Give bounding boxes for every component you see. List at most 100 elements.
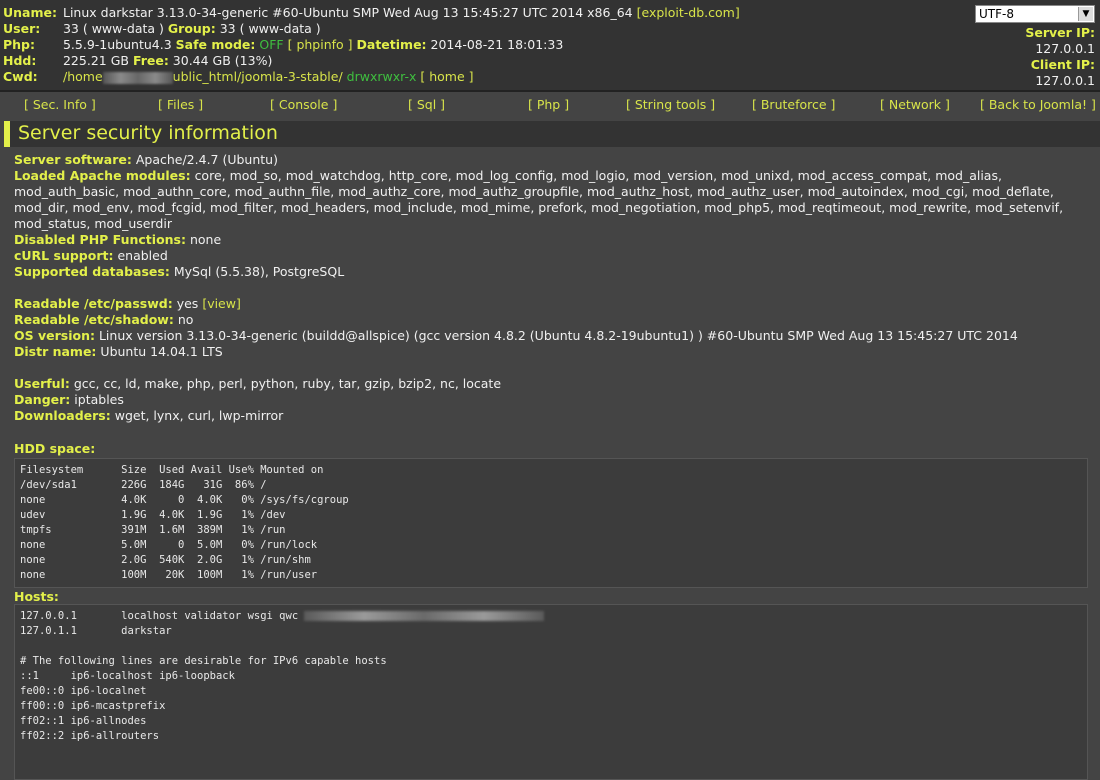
datetime-label: Datetime: <box>356 37 427 52</box>
encoding-value: UTF-8 <box>979 7 1014 21</box>
shadow-value: no <box>177 312 194 327</box>
system-info: Uname: Linux darkstar 3.13.0-34-generic … <box>3 5 740 85</box>
header-panel: Uname: Linux darkstar 3.13.0-34-generic … <box>0 0 1100 92</box>
hosts-text: 127.0.0.1 localhost validator wsgi qwc 1… <box>15 605 1087 748</box>
passwd-label: Readable /etc/passwd: <box>14 296 173 311</box>
hdd-space-label: HDD space: <box>14 441 96 456</box>
disabled-functions-value: none <box>189 232 222 247</box>
menu-php[interactable]: [ Php ] <box>528 97 569 112</box>
databases-label: Supported databases: <box>14 264 170 279</box>
cwd-path-suffix[interactable]: ublic_html/joomla-3-stable/ <box>173 69 343 84</box>
hdd-space-text: Filesystem Size Used Avail Use% Mounted … <box>20 464 349 581</box>
group-value: 33 ( www-data ) <box>219 21 321 36</box>
user-value: 33 ( www-data ) <box>62 21 164 36</box>
client-ip-value: 127.0.0.1 <box>1035 73 1095 88</box>
apache-modules-line-4: mod_status, mod_userdir <box>14 216 172 231</box>
redacted-path <box>102 71 173 84</box>
menu-console[interactable]: [ Console ] <box>270 97 337 112</box>
downloaders-value: wget, lynx, curl, lwp-mirror <box>114 408 284 423</box>
client-ip-label: Client IP: <box>1030 57 1095 72</box>
hosts-line-1: 127.0.0.1 localhost validator wsgi qwc <box>20 610 305 622</box>
menu-string-tools[interactable]: [ String tools ] <box>626 97 715 112</box>
shadow-row: Readable /etc/shadow: no <box>14 312 1094 328</box>
uname-value: Linux darkstar 3.13.0-34-generic #60-Ubu… <box>62 5 633 20</box>
userful-label: Userful: <box>14 376 70 391</box>
section-title-bar: Server security information <box>4 121 1100 147</box>
distr-row: Distr name: Ubuntu 14.04.1 LTS <box>14 344 1094 360</box>
menu-bruteforce[interactable]: [ Bruteforce ] <box>752 97 835 112</box>
safe-mode-value: OFF <box>259 37 284 52</box>
hdd-space-output: Filesystem Size Used Avail Use% Mounted … <box>14 458 1088 588</box>
chevron-down-icon[interactable]: ▼ <box>1078 7 1093 21</box>
cwd-permissions: drwxrwxr-x <box>346 69 417 84</box>
group-label: Group: <box>167 21 216 36</box>
menu-back-to-joomla[interactable]: [ Back to Joomla! ] <box>980 97 1096 112</box>
uname-row: Uname: Linux darkstar 3.13.0-34-generic … <box>3 5 740 21</box>
encoding-select[interactable]: UTF-8 ▼ <box>975 5 1095 23</box>
distr-label: Distr name: <box>14 344 97 359</box>
downloaders-row: Downloaders: wget, lynx, curl, lwp-mirro… <box>14 408 1094 424</box>
apache-modules-row: Loaded Apache modules: core, mod_so, mod… <box>14 168 1094 184</box>
databases-row: Supported databases: MySql (5.5.38), Pos… <box>14 264 1094 280</box>
passwd-row: Readable /etc/passwd: yes [view] <box>14 296 1094 312</box>
ip-info: Server IP: 127.0.0.1 Client IP: 127.0.0.… <box>1025 25 1095 89</box>
shadow-label: Readable /etc/shadow: <box>14 312 174 327</box>
cwd-row: Cwd: /home ublic_html/joomla-3-stable/ dr… <box>3 69 740 85</box>
menu-sec-info[interactable]: [ Sec. Info ] <box>24 97 96 112</box>
user-row: User: 33 ( www-data ) Group: 33 ( www-da… <box>3 21 740 37</box>
menu-sql[interactable]: [ Sql ] <box>408 97 445 112</box>
hosts-label: Hosts: <box>14 589 59 604</box>
curl-value: enabled <box>117 248 168 263</box>
cwd-path-prefix[interactable]: /home <box>63 69 103 84</box>
curl-row: cURL support: enabled <box>14 248 1094 264</box>
server-software-row: Server software: Apache/2.4.7 (Ubuntu) <box>14 152 1094 168</box>
danger-row: Danger: iptables <box>14 392 1094 408</box>
redacted-hosts <box>304 611 545 621</box>
server-ip-value: 127.0.0.1 <box>1035 41 1095 56</box>
home-link[interactable]: [ home ] <box>420 69 473 84</box>
hosts-rest: 127.0.1.1 darkstar # The following lines… <box>20 625 387 742</box>
downloaders-label: Downloaders: <box>14 408 111 423</box>
distr-value: Ubuntu 14.04.1 LTS <box>100 344 223 359</box>
os-version-row: OS version: Linux version 3.13.0-34-gene… <box>14 328 1094 344</box>
passwd-value: yes <box>176 296 199 311</box>
danger-value: iptables <box>74 392 124 407</box>
menu-network[interactable]: [ Network ] <box>880 97 950 112</box>
security-info-content: Server software: Apache/2.4.7 (Ubuntu) L… <box>14 152 1094 424</box>
userful-value: gcc, cc, ld, make, php, perl, python, ru… <box>73 376 502 391</box>
phpinfo-link[interactable]: [ phpinfo ] <box>288 37 353 52</box>
hosts-output: 127.0.0.1 localhost validator wsgi qwc 1… <box>14 604 1088 780</box>
php-row: Php: 5.5.9-1ubuntu4.3 Safe mode: OFF [ p… <box>3 37 740 53</box>
os-version-label: OS version: <box>14 328 95 343</box>
danger-label: Danger: <box>14 392 71 407</box>
os-version-value: Linux version 3.13.0-34-generic (buildd@… <box>98 328 1018 343</box>
uname-label: Uname: <box>3 5 57 20</box>
apache-modules-line-3: mod_dir, mod_env, mod_fcgid, mod_filter,… <box>14 200 1064 215</box>
free-label: Free: <box>132 53 169 68</box>
menu-files[interactable]: [ Files ] <box>158 97 203 112</box>
curl-label: cURL support: <box>14 248 114 263</box>
php-label: Php: <box>3 37 36 52</box>
server-ip-label: Server IP: <box>1025 25 1095 40</box>
disabled-functions-row: Disabled PHP Functions: none <box>14 232 1094 248</box>
safe-mode-label: Safe mode: <box>175 37 256 52</box>
disabled-functions-label: Disabled PHP Functions: <box>14 232 186 247</box>
user-label: User: <box>3 21 41 36</box>
view-passwd-link[interactable]: [view] <box>202 296 241 311</box>
server-software-label: Server software: <box>14 152 132 167</box>
apache-modules-line-1: core, mod_so, mod_watchdog, http_core, m… <box>194 168 1002 183</box>
free-value: 30.44 GB (13%) <box>172 53 273 68</box>
databases-value: MySql (5.5.38), PostgreSQL <box>173 264 345 279</box>
php-version: 5.5.9-1ubuntu4.3 <box>62 37 172 52</box>
cwd-label: Cwd: <box>3 69 38 84</box>
hdd-value: 225.21 GB <box>62 53 129 68</box>
main-menu: [ Sec. Info ] [ Files ] [ Console ] [ Sq… <box>0 92 1100 118</box>
userful-row: Userful: gcc, cc, ld, make, php, perl, p… <box>14 376 1094 392</box>
hdd-row: Hdd: 225.21 GB Free: 30.44 GB (13%) <box>3 53 740 69</box>
apache-modules-label: Loaded Apache modules: <box>14 168 191 183</box>
datetime-value: 2014-08-21 18:01:33 <box>430 37 564 52</box>
exploit-db-link[interactable]: [exploit-db.com] <box>637 5 740 20</box>
apache-modules-line-2: mod_auth_basic, mod_authn_core, mod_auth… <box>14 184 1054 199</box>
